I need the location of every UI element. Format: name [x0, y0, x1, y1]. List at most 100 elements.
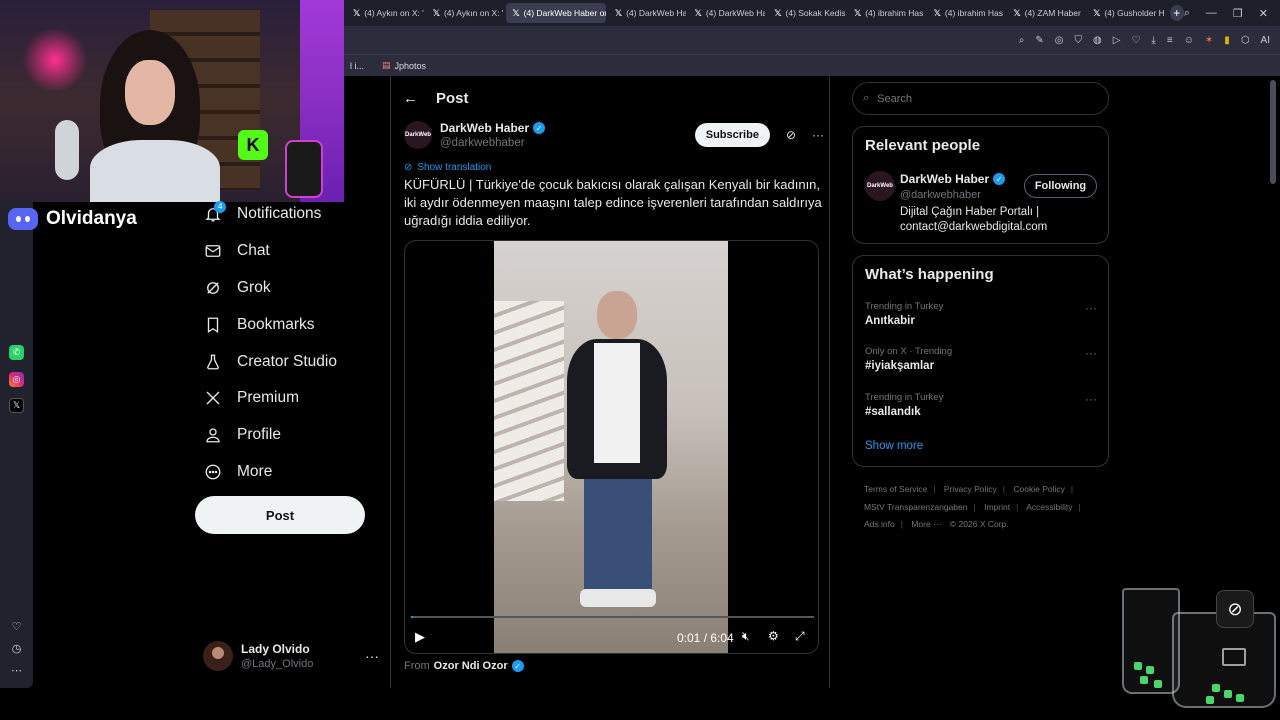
- mute-icon[interactable]: 🔇︎: [742, 629, 750, 644]
- author-handle[interactable]: @darkwebhaber: [440, 137, 545, 149]
- whatsapp-icon: ✆: [9, 345, 24, 360]
- extension-icon[interactable]: ▮: [1224, 35, 1230, 46]
- toolbar-icons: ⌕ ✎ ◎ ⛉ ◍ ▷ ♡ ⤓ ≡ ☺ ✶ ▮ ⬡ AI: [1019, 35, 1280, 46]
- video-progress-bar[interactable]: [411, 616, 814, 618]
- account-switcher[interactable]: Lady Olvido @Lady_Olvido ···: [203, 640, 379, 672]
- nav-item-more[interactable]: More: [195, 454, 375, 491]
- clock-icon: ◷: [11, 643, 22, 655]
- footer-link[interactable]: MStV Transparenzangaben: [864, 502, 967, 512]
- kick-logo-icon: K: [238, 130, 268, 160]
- edit-icon[interactable]: ✎: [1035, 35, 1043, 46]
- bookmarks-bar: l i... ▤ Jphotos: [344, 54, 1280, 76]
- browser-tab[interactable]: 𝕏 (4) Sokak Kedisi: [768, 3, 845, 23]
- x-favicon-icon: 𝕏: [853, 7, 862, 18]
- download-icon[interactable]: ⤓: [1151, 35, 1155, 46]
- footer-link[interactable]: More ···: [911, 519, 941, 529]
- footer-link[interactable]: Terms of Service: [864, 484, 927, 494]
- zoom-icon[interactable]: ⌕: [1019, 35, 1025, 46]
- close-window-icon[interactable]: ✕: [1259, 7, 1268, 20]
- shield-icon[interactable]: ⛉: [1075, 35, 1083, 46]
- browser-tab-active[interactable]: 𝕏(4) DarkWeb Haber on X:: [506, 3, 606, 23]
- grok-icon[interactable]: ⊘: [786, 128, 796, 142]
- nav-item-creator-studio[interactable]: Creator Studio: [195, 343, 375, 380]
- account-more-icon[interactable]: ···: [365, 648, 379, 664]
- author-name[interactable]: DarkWeb Haber: [440, 121, 529, 135]
- trend-more-icon[interactable]: ···: [1085, 392, 1097, 406]
- play-icon[interactable]: ▶: [415, 629, 425, 645]
- gem: [1140, 676, 1148, 684]
- settings-gear-icon[interactable]: ⚙: [768, 629, 779, 643]
- new-tab-button[interactable]: +: [1169, 5, 1184, 21]
- browser-tab[interactable]: 𝕏 (4) Gusholder H: [1087, 3, 1164, 23]
- gem: [1224, 690, 1232, 698]
- nav-item-chat[interactable]: Chat: [195, 233, 375, 270]
- video-time: 0:01 / 6:04: [677, 631, 734, 645]
- relevant-handle[interactable]: @darkwebhaber: [900, 189, 981, 201]
- relevant-avatar[interactable]: DarkWeb: [865, 171, 895, 201]
- page-scrollbar[interactable]: [1270, 80, 1276, 184]
- nav-item-premium[interactable]: Premium: [195, 380, 375, 417]
- x-favicon-icon: 𝕏: [933, 7, 941, 18]
- menu-icon[interactable]: ≡: [1167, 35, 1173, 46]
- minimize-icon[interactable]: —: [1206, 7, 1217, 20]
- webcam-fan: [55, 120, 79, 180]
- restore-icon[interactable]: ❐: [1233, 7, 1243, 20]
- browser-tab[interactable]: 𝕏 (4) ZAM Haber: [1007, 3, 1084, 23]
- show-translation-link[interactable]: ⊘ Show translation: [404, 162, 491, 173]
- browser-tab[interactable]: 𝕏 (4) DarkWeb Ha: [609, 3, 686, 23]
- following-button[interactable]: Following: [1024, 174, 1097, 198]
- post-button[interactable]: Post: [195, 496, 365, 534]
- play-icon[interactable]: ▷: [1113, 35, 1121, 46]
- trend-more-icon[interactable]: ···: [1085, 301, 1097, 315]
- cube-icon[interactable]: ⬡: [1241, 35, 1250, 46]
- heart-icon[interactable]: ♡: [1131, 35, 1140, 46]
- relevant-name[interactable]: DarkWeb Haber: [900, 172, 989, 186]
- trend-item[interactable]: Only on X · Trending #iyiakşamlar ···: [865, 346, 1097, 372]
- nav-item-bookmarks[interactable]: Bookmarks: [195, 306, 375, 343]
- nav-item-notifications[interactable]: 4 Notifications: [195, 196, 375, 233]
- bookmark-item[interactable]: l i...: [350, 61, 364, 71]
- fullscreen-icon[interactable]: ⤢: [795, 629, 805, 644]
- more-circle-icon: [203, 462, 223, 482]
- footer-link[interactable]: Ads info: [864, 519, 895, 529]
- whats-happening-title: What’s happening: [865, 266, 994, 283]
- translate-icon: ⊘: [404, 162, 413, 173]
- bookmark-photos[interactable]: ▤ Jphotos: [382, 60, 426, 71]
- account-handle: @Lady_Olvido: [241, 658, 314, 670]
- camera-icon[interactable]: ◎: [1055, 35, 1064, 46]
- window-controls: ⌕ — ❐ ✕: [1184, 7, 1280, 20]
- account-name: Lady Olvido: [241, 642, 310, 656]
- browser-tab[interactable]: 𝕏 (4) Aykın on X: ": [347, 3, 424, 23]
- nav-item-grok[interactable]: Grok: [195, 270, 375, 307]
- trend-item[interactable]: Trending in Turkey Anıtkabir ···: [865, 301, 1097, 327]
- browser-tab[interactable]: 𝕏 (4) ibrahim Has: [928, 3, 1005, 23]
- trend-more-icon[interactable]: ···: [1085, 346, 1097, 360]
- subscribe-button[interactable]: Subscribe: [694, 123, 770, 147]
- nav-item-profile[interactable]: Profile: [195, 417, 375, 454]
- video-frame[interactable]: [494, 241, 728, 653]
- footer-link[interactable]: Cookie Policy: [1013, 484, 1065, 494]
- browser-tab[interactable]: 𝕏 (4) ibrahim Has: [848, 3, 925, 23]
- back-arrow-icon[interactable]: ←: [403, 90, 418, 107]
- trend-item[interactable]: Trending in Turkey #sallandık ···: [865, 392, 1097, 418]
- ai-button[interactable]: AI: [1261, 35, 1270, 46]
- sidebar-nav: 4 Notifications Chat Grok Bookmarks Crea…: [195, 196, 375, 490]
- x-logo-icon: [203, 388, 223, 408]
- search-input[interactable]: ⌕ Search: [852, 82, 1109, 115]
- author-avatar[interactable]: DarkWeb: [404, 121, 432, 149]
- post-more-icon[interactable]: ···: [812, 128, 824, 142]
- browser-tab[interactable]: 𝕏 (4) Aykın on X: ": [427, 3, 504, 23]
- footer-link[interactable]: Privacy Policy: [944, 484, 997, 494]
- footer-link[interactable]: Imprint: [984, 502, 1010, 512]
- search-tabs-icon[interactable]: ⌕: [1184, 7, 1190, 20]
- webcam-light: [20, 30, 90, 90]
- extension-icon[interactable]: ✶: [1205, 35, 1213, 46]
- x-favicon-icon: 𝕏: [1093, 7, 1101, 18]
- vpn-icon[interactable]: ◍: [1093, 35, 1102, 46]
- from-source-link[interactable]: Ozor Ndi Ozor: [434, 660, 508, 672]
- video-player[interactable]: ▶ 0:01 / 6:04 🔇︎ ⚙ ⤢: [404, 240, 819, 654]
- profile-icon[interactable]: ☺: [1184, 35, 1194, 46]
- show-more-link[interactable]: Show more: [865, 440, 923, 452]
- browser-tab[interactable]: 𝕏 (4) DarkWeb Ha: [689, 3, 766, 23]
- footer-link[interactable]: Accessibility: [1026, 502, 1072, 512]
